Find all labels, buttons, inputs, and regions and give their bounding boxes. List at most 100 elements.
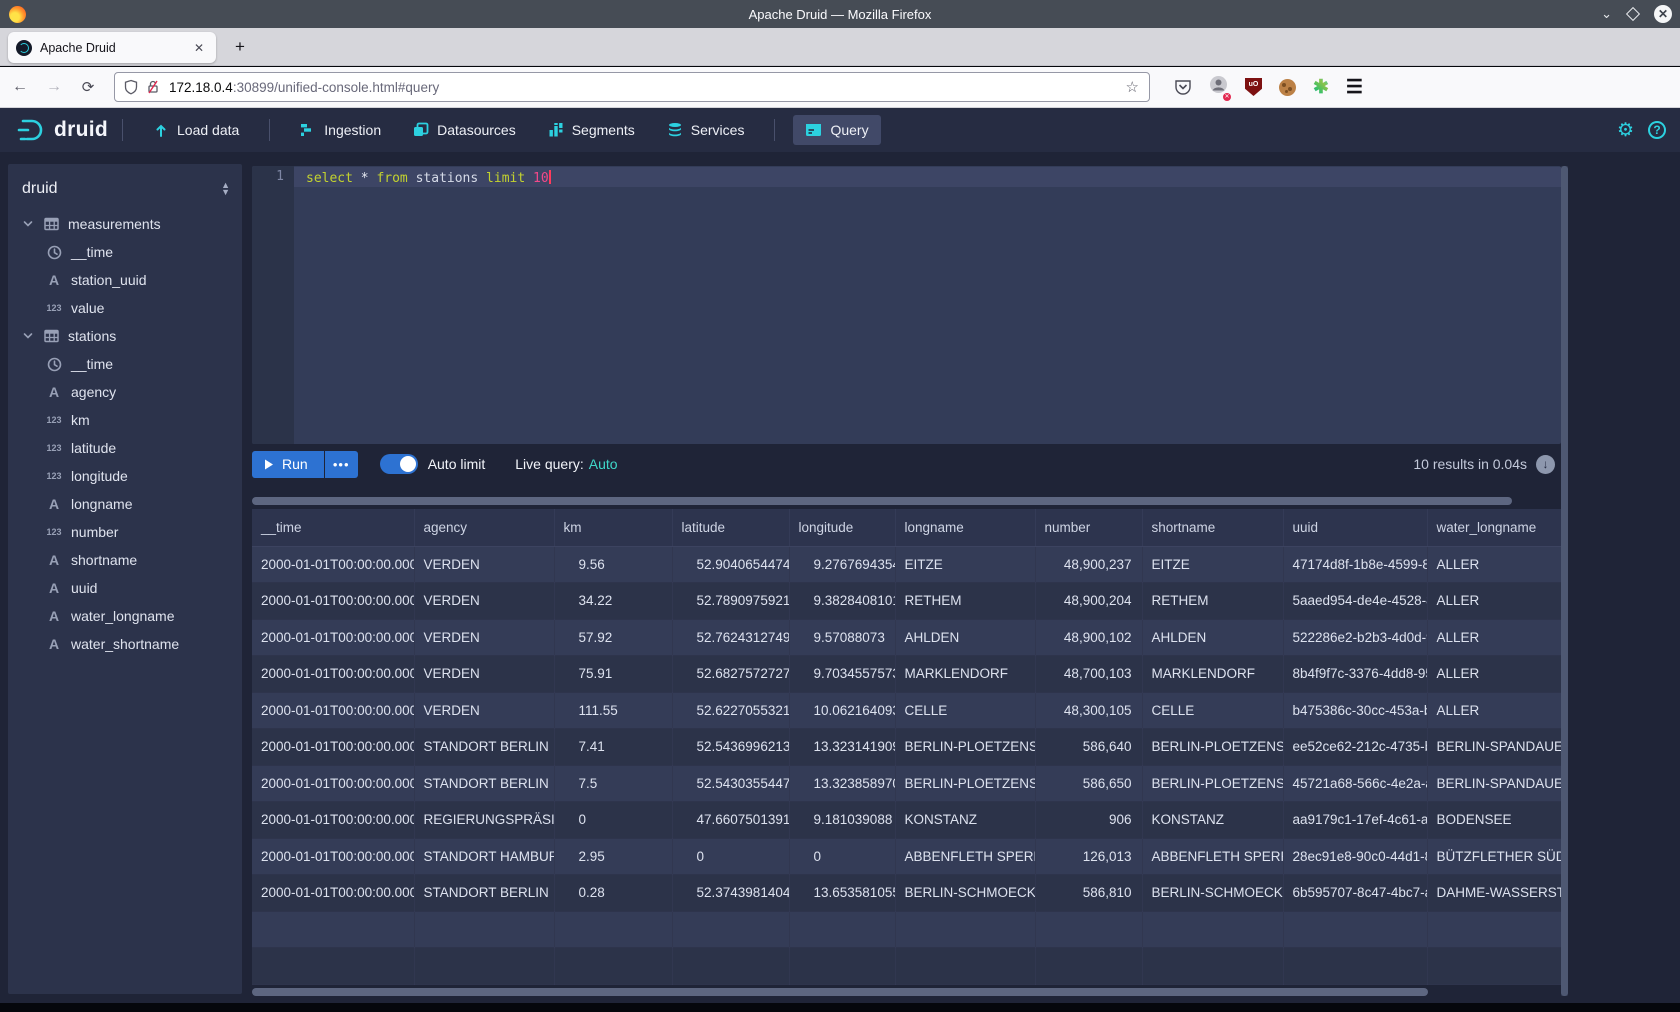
column-header-number[interactable]: number xyxy=(1035,509,1142,546)
table-cell[interactable]: VERDEN xyxy=(414,656,554,693)
column-header-agency[interactable]: agency xyxy=(414,509,554,546)
shield-icon[interactable] xyxy=(123,79,139,95)
table-cell[interactable]: 111.55 xyxy=(554,692,672,729)
table-cell[interactable]: KONSTANZ xyxy=(1142,802,1283,839)
table-cell[interactable]: KONSTANZ xyxy=(895,802,1035,839)
sidebar-table-stations[interactable]: stations xyxy=(8,322,242,350)
sidebar-column-__time[interactable]: __time xyxy=(8,238,242,266)
lock-broken-icon[interactable] xyxy=(145,79,161,95)
new-tab-button[interactable]: + xyxy=(228,36,252,60)
query-editor[interactable]: 1 select * from stations limit 10 xyxy=(252,166,1561,444)
table-cell[interactable]: VERDEN xyxy=(414,692,554,729)
table-cell[interactable]: 2000-01-01T00:00:00.000Z xyxy=(252,802,414,839)
table-cell[interactable]: EITZE xyxy=(1142,546,1283,583)
chevron-down-icon[interactable] xyxy=(22,330,34,342)
url-bar[interactable]: 172.18.0.4:30899/unified-console.html#qu… xyxy=(114,72,1150,102)
bookmark-star-icon[interactable]: ☆ xyxy=(1124,78,1141,96)
sidebar-column-agency[interactable]: Aagency xyxy=(8,378,242,406)
sidebar-column-shortname[interactable]: Ashortname xyxy=(8,546,242,574)
table-cell[interactable]: 9.181039088 xyxy=(789,802,895,839)
pocket-icon[interactable] xyxy=(1174,78,1192,96)
table-cell[interactable]: 28ec91e8-90c0-44d1-8fc xyxy=(1283,838,1427,875)
table-cell[interactable]: 52.3743981404 xyxy=(672,875,789,912)
table-cell[interactable]: VERDEN xyxy=(414,583,554,620)
table-cell[interactable]: aa9179c1-17ef-4c61-a48 xyxy=(1283,802,1427,839)
table-cell[interactable]: AHLDEN xyxy=(895,619,1035,656)
asterisk-extension-icon[interactable]: ✱ xyxy=(1313,76,1329,99)
table-cell[interactable]: VERDEN xyxy=(414,546,554,583)
table-cell[interactable]: 9.2767694354 xyxy=(789,546,895,583)
nav-item-ingestion[interactable]: Ingestion xyxy=(288,115,393,145)
nav-item-load-data[interactable]: Load data xyxy=(141,115,251,145)
table-cell[interactable]: 586,810 xyxy=(1035,875,1142,912)
column-header-km[interactable]: km xyxy=(554,509,672,546)
table-cell[interactable]: 52.9040654474 xyxy=(672,546,789,583)
table-cell[interactable]: AHLDEN xyxy=(1142,619,1283,656)
table-cell[interactable]: 0.28 xyxy=(554,875,672,912)
table-cell[interactable]: 47.6607501391 xyxy=(672,802,789,839)
scrollbar-thumb[interactable] xyxy=(252,497,1512,505)
run-more-button[interactable]: ••• xyxy=(325,451,358,478)
window-titlebar[interactable]: Apache Druid — Mozilla Firefox ⌄ ✕ xyxy=(0,0,1680,28)
column-header-__time[interactable]: __time xyxy=(252,509,414,546)
table-cell[interactable]: 6b595707-8c47-4bc7-a8 xyxy=(1283,875,1427,912)
table-cell[interactable]: 2000-01-01T00:00:00.000Z xyxy=(252,656,414,693)
tab-close-icon[interactable]: ✕ xyxy=(190,39,208,57)
sidebar-column-number[interactable]: 123number xyxy=(8,518,242,546)
table-cell[interactable]: MARKLENDORF xyxy=(1142,656,1283,693)
table-cell[interactable]: 586,650 xyxy=(1035,765,1142,802)
live-query-value[interactable]: Auto xyxy=(589,456,618,472)
table-cell[interactable]: 10.0621640936 xyxy=(789,692,895,729)
table-cell[interactable]: 52.5430355447 xyxy=(672,765,789,802)
table-cell[interactable]: BERLIN-PLOETZENSEE U xyxy=(1142,765,1283,802)
nav-item-datasources[interactable]: Datasources xyxy=(401,115,528,145)
table-cell[interactable]: CELLE xyxy=(1142,692,1283,729)
table-cell[interactable]: BÜTZFLETHER SÜDERE xyxy=(1427,838,1561,875)
table-cell[interactable]: 48,300,105 xyxy=(1035,692,1142,729)
table-cell[interactable]: 57.92 xyxy=(554,619,672,656)
table-cell[interactable]: 52.6227055321 xyxy=(672,692,789,729)
table-cell[interactable]: BERLIN-SCHMOECKWITZ xyxy=(895,875,1035,912)
table-cell[interactable]: 34.22 xyxy=(554,583,672,620)
table-cell[interactable]: 48,900,237 xyxy=(1035,546,1142,583)
table-cell[interactable]: 2000-01-01T00:00:00.000Z xyxy=(252,692,414,729)
chevron-down-icon[interactable] xyxy=(22,218,34,230)
table-cell[interactable]: 2000-01-01T00:00:00.000Z xyxy=(252,765,414,802)
tab-apache-druid[interactable]: Apache Druid ✕ xyxy=(8,32,216,63)
sidebar-column-__time[interactable]: __time xyxy=(8,350,242,378)
table-cell[interactable]: 126,013 xyxy=(1035,838,1142,875)
table-cell[interactable]: STANDORT BERLIN xyxy=(414,729,554,766)
table-cell[interactable]: 75.91 xyxy=(554,656,672,693)
window-minimize-icon[interactable]: ⌄ xyxy=(1601,6,1612,22)
scrollbar-thumb[interactable] xyxy=(1561,166,1568,996)
table-cell[interactable]: 0 xyxy=(554,802,672,839)
sidebar-column-water_longname[interactable]: Awater_longname xyxy=(8,602,242,630)
table-cell[interactable]: BODENSEE xyxy=(1427,802,1561,839)
sidebar-column-longitude[interactable]: 123longitude xyxy=(8,462,242,490)
schema-header[interactable]: druid ▲▼ xyxy=(8,164,242,210)
editor-code-area[interactable]: select * from stations limit 10 xyxy=(294,166,1561,444)
table-cell[interactable]: DAHME-WASSERSTRAS xyxy=(1427,875,1561,912)
sidebar-column-longname[interactable]: Alongname xyxy=(8,490,242,518)
table-cell[interactable]: 2.95 xyxy=(554,838,672,875)
table-cell[interactable]: 48,900,204 xyxy=(1035,583,1142,620)
table-cell[interactable]: b475386c-30cc-453a-b3 xyxy=(1283,692,1427,729)
column-header-water_longname[interactable]: water_longname xyxy=(1427,509,1561,546)
column-header-uuid[interactable]: uuid xyxy=(1283,509,1427,546)
table-cell[interactable]: ALLER xyxy=(1427,546,1561,583)
sidebar-table-measurements[interactable]: measurements xyxy=(8,210,242,238)
druid-logo[interactable]: druid xyxy=(16,117,108,143)
table-cell[interactable]: BERLIN-PLOETZENSEE C xyxy=(895,729,1035,766)
table-cell[interactable]: 522286e2-b2b3-4d0d-9a xyxy=(1283,619,1427,656)
table-cell[interactable]: ee52ce62-212c-4735-b4 xyxy=(1283,729,1427,766)
table-cell[interactable]: ABBENFLETH SPERRWER xyxy=(895,838,1035,875)
nav-item-query[interactable]: Query xyxy=(793,115,880,145)
column-header-longname[interactable]: longname xyxy=(895,509,1035,546)
table-cell[interactable]: MARKLENDORF xyxy=(895,656,1035,693)
table-cell[interactable]: 52.7624312749 xyxy=(672,619,789,656)
account-icon[interactable]: ✕ xyxy=(1209,75,1228,99)
url-text[interactable]: 172.18.0.4:30899/unified-console.html#qu… xyxy=(169,80,1124,95)
table-cell[interactable]: CELLE xyxy=(895,692,1035,729)
table-cell[interactable]: STANDORT BERLIN xyxy=(414,875,554,912)
back-button[interactable]: ← xyxy=(6,73,34,101)
